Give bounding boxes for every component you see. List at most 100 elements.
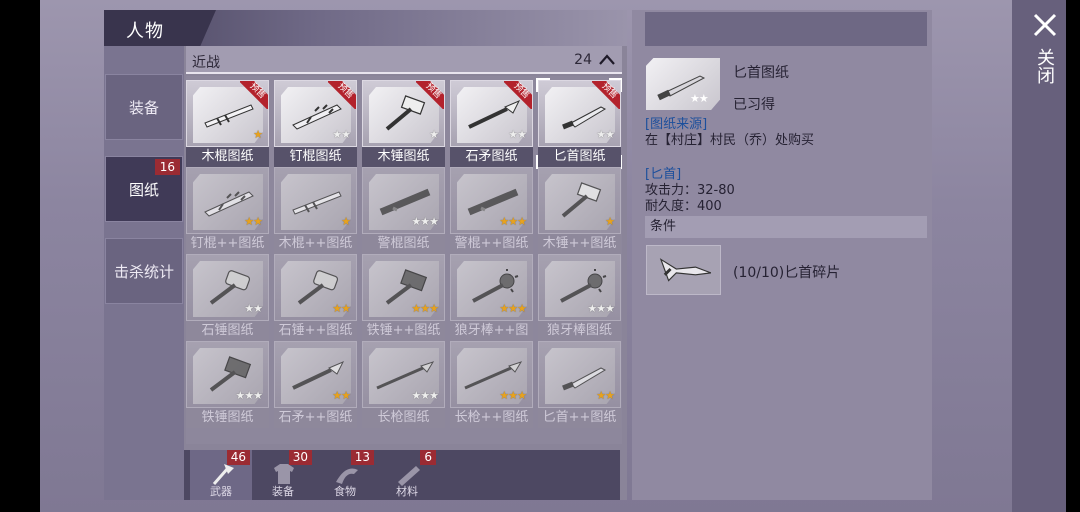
blueprint-icon-frame: ★★: [538, 341, 621, 408]
blueprint-icon-frame: ★★★: [450, 341, 533, 408]
blueprint-card[interactable]: ★★★ 长枪图纸: [362, 341, 445, 428]
blueprint-card[interactable]: ★★ 钉棍++图纸: [186, 167, 269, 254]
close-icon[interactable]: [1032, 12, 1058, 38]
star-rating: ★★★: [499, 215, 527, 228]
close-button-label[interactable]: 关闭: [1034, 48, 1055, 84]
blueprint-icon-frame: ★: [538, 167, 621, 234]
blueprint-label: 铁锤图纸: [186, 408, 269, 428]
star-rating: ★: [429, 128, 439, 141]
star-rating: ★★★: [411, 302, 439, 315]
star-rating: ★: [605, 215, 615, 228]
bottom-tab-badge: 13: [350, 450, 374, 465]
presale-ribbon: 预售: [504, 81, 532, 109]
category-count: 24: [574, 52, 592, 68]
bottom-tab-label: 装备: [272, 485, 294, 498]
selection-corner: [609, 78, 622, 92]
wood-hammer-icon: [561, 182, 602, 218]
category-label: 近战: [192, 55, 220, 71]
blueprint-card[interactable]: ★★★ 铁锤++图纸: [362, 254, 445, 341]
star-rating: ★★★: [411, 215, 439, 228]
star-rating: ★★: [596, 389, 615, 402]
blueprint-card[interactable]: ★★★ 狼牙棒++图纸: [450, 254, 533, 358]
blueprint-card[interactable]: ★★ 预售 石矛图纸: [450, 80, 533, 167]
bottom-tab-label: 食物: [334, 485, 356, 498]
blueprint-card[interactable]: ★★ 石锤图纸: [186, 254, 269, 341]
blueprint-count-badge: 16: [154, 159, 180, 175]
blueprint-card[interactable]: ★★★ 铁锤图纸: [186, 341, 269, 428]
blueprint-card[interactable]: ★★ 预售 匕首图纸: [536, 78, 622, 169]
blueprint-card[interactable]: ★★ 石锤++图纸: [274, 254, 357, 341]
star-rating: ★★★: [499, 302, 527, 315]
blueprint-icon-frame: ★ 预售: [186, 80, 269, 147]
blueprint-label: 石矛++图纸: [274, 408, 357, 428]
right-black-bar: [1066, 0, 1080, 512]
mace-icon: [560, 269, 607, 303]
star-rating: ★★★: [499, 389, 527, 402]
blueprint-icon-frame: ★★: [274, 341, 357, 408]
blueprint-icon-frame: ★★ 预售: [274, 80, 357, 147]
star-rating: ★: [253, 128, 263, 141]
blueprint-card[interactable]: ★ 木棍++图纸: [274, 167, 357, 254]
blueprint-label: 木锤图纸: [362, 147, 445, 167]
blueprint-icon-frame: ★★★: [186, 341, 269, 408]
presale-ribbon: 预售: [416, 81, 444, 109]
blueprint-icon-frame: ★★★: [362, 341, 445, 408]
baton-icon: [467, 188, 519, 216]
blueprint-label: 木棍图纸: [186, 147, 269, 167]
detail-stars: ★★: [690, 92, 709, 105]
blueprint-label: 长枪图纸: [362, 408, 445, 428]
bottom-tab[interactable]: 材料 6: [376, 450, 438, 500]
long-spear-icon: [464, 361, 523, 390]
selection-corner: [536, 78, 550, 92]
blueprint-icon-frame: ★ 预售: [362, 80, 445, 147]
bottom-tab-label: 武器: [210, 485, 232, 498]
blueprint-icon-frame: ★★★: [450, 167, 533, 234]
blueprint-label: 石锤++图纸: [274, 321, 357, 341]
condition-text: (10/10)匕首碎片: [733, 265, 841, 281]
stone-spear-icon: [292, 361, 345, 390]
blueprint-card[interactable]: ★ 预售木棍图纸: [186, 80, 269, 167]
blueprint-icon-frame: ★★★: [538, 254, 621, 321]
blueprint-card[interactable]: ★★★ 警棍++图纸: [450, 167, 533, 254]
category-header[interactable]: 近战 24: [186, 46, 622, 74]
bottom-tab[interactable]: 装备 30: [252, 450, 314, 500]
dagger-icon: [562, 367, 607, 391]
blueprint-icon-frame: ★★: [274, 254, 357, 321]
star-rating: ★★: [332, 128, 351, 141]
durability-stat: 耐久度：400: [645, 199, 722, 214]
stone-hammer-icon: [209, 270, 251, 305]
blueprint-grid: ★ 预售 木棍图纸 ★★ 预售 钉棍图纸 ★ 预售 木锤图纸 ★★ 预售 石矛图纸 ★★ 预售 匕首图纸 ★★…: [186, 76, 622, 444]
page-title: 人物: [126, 21, 164, 42]
blueprint-card[interactable]: ★★ 匕首++图纸: [538, 341, 621, 428]
blueprint-card[interactable]: ★★★ 警棍图纸: [362, 167, 445, 254]
blueprint-label: 钉棍++图纸: [186, 234, 269, 254]
blueprint-card[interactable]: ★★ 石矛++图纸: [274, 341, 357, 428]
blueprint-card[interactable]: ★ 预售木锤图纸: [362, 80, 445, 167]
detail-name: 匕首图纸: [733, 65, 789, 81]
blueprint-label: 木锤++图纸: [538, 234, 621, 254]
blueprint-card[interactable]: ★★ 预售钉棍图纸: [274, 80, 357, 167]
star-rating: ★★: [508, 128, 527, 141]
iron-hammer-icon: [385, 269, 428, 305]
iron-hammer-icon: [209, 356, 252, 392]
side-tab-blueprints[interactable]: 图纸 16: [105, 156, 183, 222]
blueprint-icon-frame: ★★: [186, 167, 269, 234]
blueprint-card[interactable]: ★★★ 狼牙棒图纸: [538, 254, 621, 341]
side-tab-label: 装备: [128, 98, 159, 117]
presale-ribbon: 预售: [328, 81, 356, 109]
presale-ribbon: 预售: [240, 81, 268, 109]
side-tab-equipment[interactable]: 装备: [105, 74, 183, 140]
blueprint-card[interactable]: ★ 木锤++图纸: [538, 167, 621, 254]
star-rating: ★★: [596, 128, 615, 141]
bottom-tab[interactable]: 武器 46: [190, 450, 252, 500]
bottom-tab[interactable]: 食物 13: [314, 450, 376, 500]
side-tab-kill-stats[interactable]: 击杀统计: [105, 238, 183, 304]
baton-icon: [379, 188, 431, 216]
chevron-up-icon[interactable]: [598, 51, 616, 67]
mace-icon: [472, 269, 519, 303]
blueprint-card[interactable]: ★★★ 长枪++图纸: [450, 341, 533, 428]
blueprint-icon-frame: ★★: [186, 254, 269, 321]
blueprint-label: 钉棍图纸: [274, 147, 357, 167]
source-text: 在【村庄】村民（乔）处购买: [645, 133, 815, 148]
blueprint-label: 木棍++图纸: [274, 234, 357, 254]
